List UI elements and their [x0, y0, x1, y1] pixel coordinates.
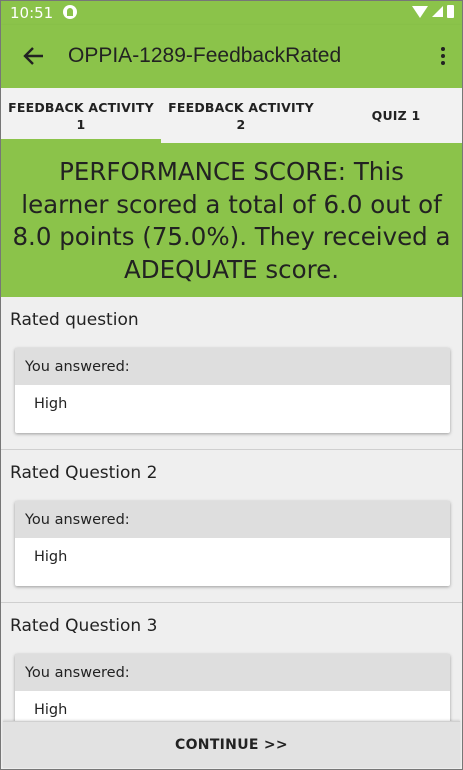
status-bar: 10:51	[1, 1, 462, 25]
question-section: Rated Question 2 You answered: High	[1, 450, 462, 603]
signal-icon	[432, 6, 443, 17]
answer-card: You answered: High	[15, 654, 450, 721]
overflow-menu-icon[interactable]	[440, 47, 446, 67]
tab-label: FEEDBACK ACTIVITY	[168, 99, 314, 115]
app-title: OPPIA-1289-FeedbackRated	[68, 44, 342, 67]
score-line: ADEQUATE score.	[123, 254, 340, 284]
score-line: PERFORMANCE SCORE: This	[59, 157, 404, 186]
performance-score-banner: PERFORMANCE SCORE: This learner scored a…	[1, 143, 462, 297]
tab-label-number: 1	[76, 116, 86, 132]
tab-feedback-activity-1[interactable]: FEEDBACK ACTIVITY 1	[1, 88, 161, 143]
oppia-notification-icon	[63, 5, 77, 19]
feedback-list[interactable]: Rated question You answered: High Rated …	[1, 297, 462, 721]
status-time: 10:51	[10, 4, 54, 22]
score-line: learner scored a total of 6.0 out of	[21, 189, 442, 219]
tab-label-number: 2	[236, 116, 246, 132]
question-title: Rated Question 2	[10, 463, 158, 483]
score-line: 8.0 points (75.0%). They received a	[12, 222, 451, 251]
continue-button[interactable]: CONTINUE >>	[3, 721, 460, 768]
app-window: 10:51 OPPIA-1289-FeedbackRated FEEDBACK …	[0, 0, 463, 770]
answer-card: You answered: High	[15, 501, 450, 586]
answer-value: High	[34, 549, 68, 565]
answer-value: High	[34, 702, 68, 718]
tab-label: FEEDBACK ACTIVITY	[8, 99, 154, 115]
answer-value: High	[34, 396, 68, 412]
answer-label: You answered:	[15, 348, 450, 385]
question-title: Rated Question 3	[10, 616, 158, 636]
tab-quiz-1[interactable]: QUIZ 1	[321, 88, 462, 143]
status-icons	[412, 5, 454, 18]
answer-label: You answered:	[15, 501, 450, 538]
app-bar: OPPIA-1289-FeedbackRated	[1, 25, 462, 88]
wifi-icon	[412, 5, 428, 18]
question-section: Rated Question 3 You answered: High	[1, 603, 462, 721]
answer-label: You answered:	[15, 654, 450, 691]
question-title: Rated question	[10, 310, 139, 330]
battery-icon	[447, 5, 454, 18]
tab-label: QUIZ 1	[371, 108, 421, 123]
tab-feedback-activity-2[interactable]: FEEDBACK ACTIVITY 2	[161, 88, 321, 143]
tab-bar: FEEDBACK ACTIVITY 1 FEEDBACK ACTIVITY 2 QU…	[1, 88, 462, 143]
back-arrow-icon[interactable]	[23, 45, 45, 67]
question-section: Rated question You answered: High	[1, 297, 462, 450]
answer-card: You answered: High	[15, 348, 450, 433]
